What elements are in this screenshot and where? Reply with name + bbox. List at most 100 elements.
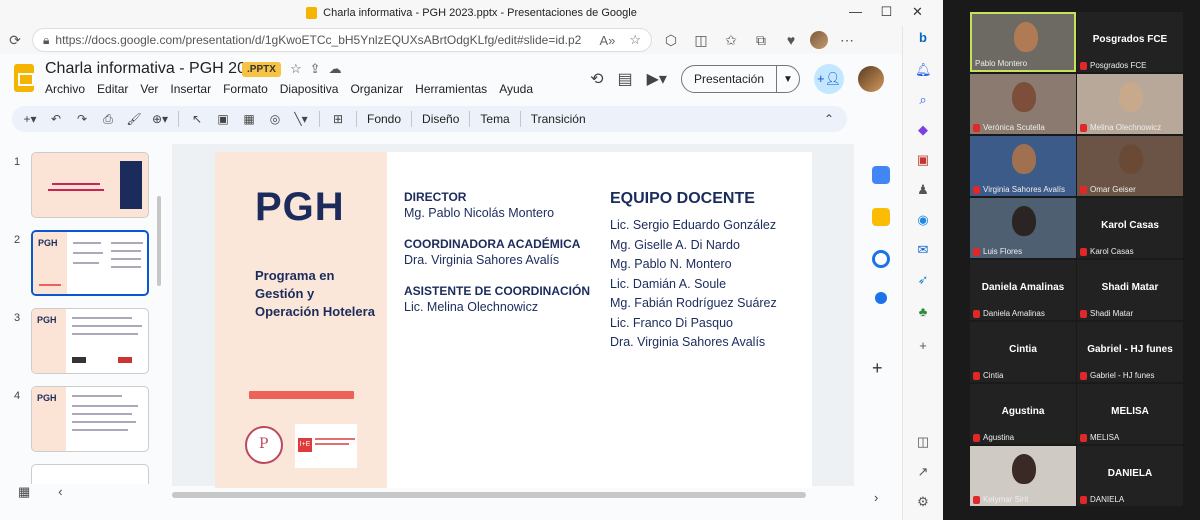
participant-tile[interactable]: Gabriel - HJ funes Gabriel - HJ funes <box>1077 322 1183 382</box>
transition-button[interactable]: Transición <box>531 112 586 126</box>
slide-faculty-column[interactable]: EQUIPO DOCENTE Lic. Sergio Eduardo Gonzá… <box>610 190 810 353</box>
menu-organizar[interactable]: Organizar <box>350 82 403 96</box>
slide-thumb-row[interactable]: 3 PGH <box>0 308 160 378</box>
background-button[interactable]: Fondo <box>367 112 401 126</box>
add-sidebar-app-icon[interactable]: + <box>915 338 931 354</box>
document-title[interactable]: Charla informativa - PGH 2023 <box>45 60 264 78</box>
microsoft365-icon[interactable]: ◉ <box>915 212 931 228</box>
search-icon[interactable]: ⌕ <box>915 92 931 108</box>
expand-side-panel-icon[interactable]: › <box>874 490 878 505</box>
layout-button[interactable]: Diseño <box>422 112 459 126</box>
participant-tile[interactable]: Kelymar Sirit <box>970 446 1076 506</box>
calendar-icon[interactable] <box>872 166 890 184</box>
slide-staff-column[interactable]: DIRECTOR Mg. Pablo Nicolás Montero COORD… <box>404 190 594 331</box>
participant-tile[interactable]: Shadi Matar Shadi Matar <box>1077 260 1183 320</box>
present-dropdown-icon[interactable]: ▼ <box>777 74 799 85</box>
participant-tile[interactable]: Cintia Cintia <box>970 322 1076 382</box>
menu-ver[interactable]: Ver <box>140 82 158 96</box>
favorite-star-icon[interactable]: ☆ <box>629 32 641 48</box>
menu-editar[interactable]: Editar <box>97 82 128 96</box>
comments-icon[interactable]: ▤ <box>617 69 632 89</box>
slide[interactable]: PGH Programa en Gestión y Operación Hote… <box>215 152 812 488</box>
slide-thumbnail-selected[interactable]: PGH <box>31 230 149 296</box>
sidebar-layout-icon[interactable]: ◫ <box>915 434 931 450</box>
participant-tile[interactable]: Posgrados FCE Posgrados FCE <box>1077 12 1183 72</box>
slide-thumbnail[interactable]: PGH <box>31 386 149 452</box>
participant-tile[interactable]: DANIELA DANIELA <box>1077 446 1183 506</box>
slides-logo-icon[interactable] <box>14 64 34 92</box>
settings-gear-icon[interactable]: ⚙ <box>915 494 931 510</box>
drop-icon[interactable]: ➶ <box>915 272 931 288</box>
collapse-filmstrip-icon[interactable]: ‹ <box>58 484 62 500</box>
slide-thumb-row[interactable]: 1 <box>0 152 160 222</box>
slide-thumb-row[interactable] <box>0 464 160 484</box>
slide-thumb-row[interactable]: 2 PGH <box>0 230 160 300</box>
slide-program-name[interactable]: Programa en Gestión y Operación Hotelera <box>255 267 375 321</box>
favorites-icon[interactable]: ✩ <box>720 32 742 49</box>
text-box-icon[interactable]: ▣ <box>215 112 231 126</box>
close-icon[interactable]: ✕ <box>902 0 933 26</box>
history-icon[interactable]: ⟲ <box>590 69 603 89</box>
tasks-icon[interactable] <box>872 250 890 268</box>
cloud-status-icon[interactable]: ☁ <box>329 61 342 77</box>
present-label[interactable]: Presentación <box>682 66 777 92</box>
get-addons-icon[interactable]: + <box>872 358 883 379</box>
participant-tile[interactable]: Karol Casas Karol Casas <box>1077 198 1183 258</box>
select-cursor-icon[interactable]: ↖ <box>189 112 205 126</box>
participant-tile[interactable]: Virginia Sahores Avalís <box>970 136 1076 196</box>
participant-tile[interactable]: Daniela Amalinas Daniela Amalinas <box>970 260 1076 320</box>
meet-icon[interactable]: ▶︎▾ <box>647 69 667 89</box>
collections-icon[interactable]: ⧉ <box>750 32 772 49</box>
shopping-icon[interactable]: ◆ <box>915 122 931 138</box>
menu-archivo[interactable]: Archivo <box>45 82 85 96</box>
copilot-icon[interactable]: b <box>915 30 931 46</box>
zoom-icon[interactable]: ⊕▾ <box>152 112 168 126</box>
browser-essentials-icon[interactable]: ♥ <box>780 32 802 48</box>
print-icon[interactable]: ⎙ <box>100 112 116 127</box>
slide-thumb-row[interactable]: 4 PGH <box>0 386 160 456</box>
split-screen-icon[interactable]: ◫ <box>690 32 712 49</box>
star-icon[interactable]: ☆ <box>290 61 302 77</box>
menu-insertar[interactable]: Insertar <box>170 82 211 96</box>
notifications-icon[interactable]: 🔔︎ <box>915 62 932 78</box>
paint-format-icon[interactable]: 🖌︎ <box>126 112 142 126</box>
filmstrip-scrollbar[interactable] <box>157 196 161 286</box>
extensions-icon[interactable]: ⬡ <box>660 32 682 49</box>
contacts-icon[interactable] <box>875 292 887 304</box>
slide-thumbnail[interactable]: PGH <box>31 308 149 374</box>
slide-big-title[interactable]: PGH <box>255 185 345 230</box>
comment-add-icon[interactable]: ⊞ <box>330 112 346 126</box>
canvas-horizontal-scrollbar[interactable] <box>172 492 806 498</box>
share-button[interactable]: +👤︎ <box>814 64 844 94</box>
participant-tile[interactable]: Verónica Scutella <box>970 74 1076 134</box>
participant-tile[interactable]: Luis Flores <box>970 198 1076 258</box>
tools-icon[interactable]: ▣ <box>915 152 931 168</box>
minimize-icon[interactable]: — <box>840 0 871 26</box>
menu-ayuda[interactable]: Ayuda <box>499 82 533 96</box>
outlook-icon[interactable]: ✉ <box>915 242 931 258</box>
user-avatar[interactable] <box>858 66 884 92</box>
games-icon[interactable]: ♟ <box>915 182 931 198</box>
line-icon[interactable]: ╲▾ <box>293 112 309 126</box>
read-aloud-icon[interactable]: A» <box>599 33 615 48</box>
present-button[interactable]: Presentación ▼ <box>680 65 800 93</box>
move-icon[interactable]: ⇪ <box>310 61 321 77</box>
open-external-icon[interactable]: ↗ <box>915 464 931 480</box>
profile-avatar[interactable] <box>810 31 828 49</box>
url-field[interactable]: 🔒︎ https://docs.google.com/presentation/… <box>32 28 652 52</box>
shape-icon[interactable]: ◎ <box>267 112 283 126</box>
participant-tile[interactable]: Agustina Agustina <box>970 384 1076 444</box>
more-menu-icon[interactable]: ⋯ <box>836 32 858 49</box>
reload-icon[interactable]: ⟳ <box>6 32 24 49</box>
participant-tile[interactable]: Omar Geiser <box>1077 136 1183 196</box>
collapse-toolbar-icon[interactable]: ⌃ <box>821 112 837 126</box>
slide-thumbnail[interactable] <box>31 464 149 484</box>
menu-herramientas[interactable]: Herramientas <box>415 82 487 96</box>
maximize-icon[interactable]: ☐ <box>871 0 902 26</box>
menu-formato[interactable]: Formato <box>223 82 268 96</box>
grid-view-icon[interactable]: ▦ <box>18 484 30 500</box>
image-icon[interactable]: ▦ <box>241 112 257 126</box>
theme-button[interactable]: Tema <box>480 112 509 126</box>
undo-icon[interactable]: ↶ <box>48 112 64 126</box>
slide-canvas[interactable]: PGH Programa en Gestión y Operación Hote… <box>172 144 854 488</box>
